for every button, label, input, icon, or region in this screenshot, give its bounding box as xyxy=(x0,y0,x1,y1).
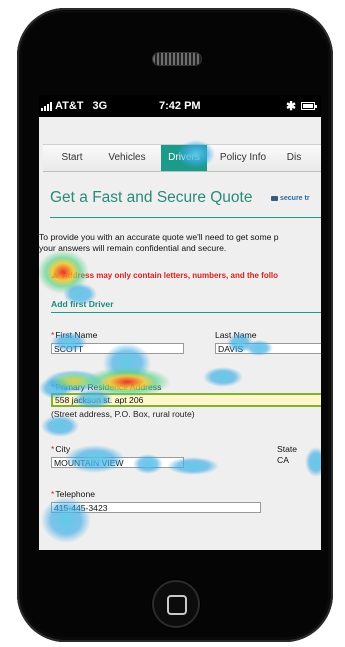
carrier-name: AT&T xyxy=(55,100,84,112)
telephone-label: *Telephone xyxy=(51,489,96,499)
error-message-text: Address may only contain letters, number… xyxy=(62,271,279,280)
signal-icon xyxy=(41,101,52,111)
phone-screen: AT&T 3G 7:42 PM ✱ Start Vehicles Drivers… xyxy=(39,95,321,550)
home-square-icon xyxy=(167,595,187,615)
first-name-label: *First Name xyxy=(51,330,98,340)
speaker-grille xyxy=(153,53,201,65)
status-time: 7:42 PM xyxy=(159,100,201,112)
telephone-input[interactable]: 415-445-3423 xyxy=(51,502,261,513)
bluetooth-icon: ✱ xyxy=(286,99,297,113)
address-input[interactable]: 558 jackson st. apt 206 xyxy=(51,393,321,407)
city-label: *City xyxy=(51,444,71,454)
first-name-input[interactable]: SCOTT xyxy=(51,343,184,354)
tab-discounts[interactable]: Dis xyxy=(279,145,309,171)
title-divider xyxy=(50,217,321,218)
tab-drivers[interactable]: Drivers xyxy=(161,145,207,171)
secure-badge[interactable]: secure tr xyxy=(271,195,310,202)
address-hint: (Street address, P.O. Box, rural route) xyxy=(51,409,195,419)
tab-vehicles[interactable]: Vehicles xyxy=(99,145,155,171)
secure-badge-label: secure tr xyxy=(280,195,310,202)
intro-line-2: your answers will remain confidential an… xyxy=(39,242,227,253)
error-message: Address may only contain letters, number… xyxy=(51,271,278,280)
last-name-label: Last Name xyxy=(215,330,257,340)
intro-line-1: To provide you with an accurate quote we… xyxy=(39,232,279,242)
intro-text: To provide you with an accurate quote we… xyxy=(39,232,321,253)
battery-icon xyxy=(301,102,317,110)
step-navigation: Start Vehicles Drivers Policy Info Dis xyxy=(43,144,321,172)
address-label: *Primary Residence Address xyxy=(51,382,162,392)
city-input[interactable]: MOUNTAIN VIEW xyxy=(51,457,184,468)
last-name-input[interactable]: DAVIS xyxy=(215,343,321,354)
lock-icon xyxy=(271,196,278,201)
warning-icon xyxy=(51,272,59,278)
state-label: State xyxy=(277,444,298,454)
tab-policy-info[interactable]: Policy Info xyxy=(213,145,273,171)
web-page: Start Vehicles Drivers Policy Info Dis G… xyxy=(39,117,321,550)
page-title: Get a Fast and Secure Quote xyxy=(50,189,253,206)
home-button[interactable] xyxy=(152,580,200,628)
tab-start[interactable]: Start xyxy=(49,145,95,171)
section-title: Add first Driver xyxy=(51,299,114,309)
carrier-group: AT&T 3G xyxy=(41,100,107,112)
state-value[interactable]: CA xyxy=(277,455,289,465)
section-divider xyxy=(51,312,321,313)
status-bar: AT&T 3G 7:42 PM ✱ xyxy=(39,95,321,117)
network-type: 3G xyxy=(92,100,108,112)
